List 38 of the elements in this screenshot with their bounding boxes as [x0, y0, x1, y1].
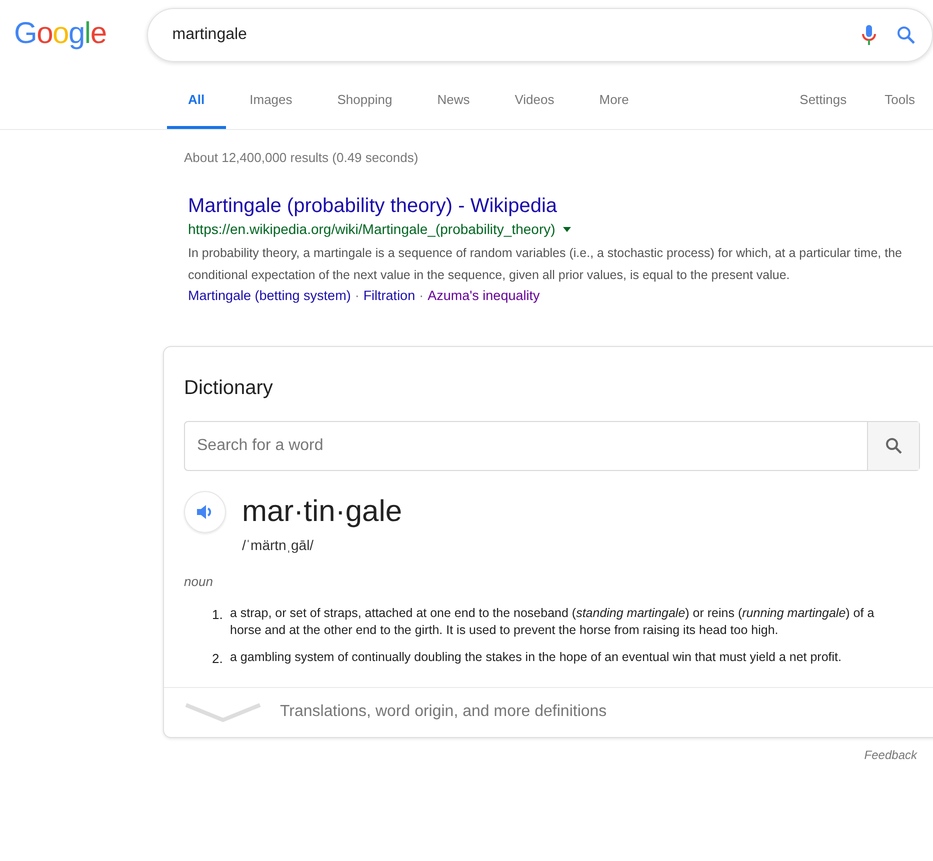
feedback-link[interactable]: Feedback — [864, 746, 917, 764]
word-search-button[interactable] — [867, 422, 919, 470]
sitelink[interactable]: Martingale (betting system) — [188, 286, 351, 306]
search-icon — [884, 436, 902, 455]
definition-number: 2. — [212, 650, 224, 668]
definition-text: a strap, or set of straps, attached at one end to the noseband (standing martingale) or reins (running martingale) of a horse and at the other end to the girth. It is used to prevent the horse from raising its head too high. — [230, 605, 876, 640]
search-tab[interactable]: Videos — [494, 90, 576, 129]
card-heading: Dictionary — [184, 376, 274, 401]
more-definitions-button[interactable]: Translations, word origin, and more definitions — [164, 686, 933, 737]
search-tab[interactable]: More — [578, 90, 650, 129]
chevron-down-icon — [184, 701, 262, 724]
dropdown-caret-icon[interactable] — [563, 226, 572, 232]
search-icon[interactable] — [896, 25, 916, 45]
microphone-icon[interactable] — [862, 24, 876, 46]
phonetic-spelling: /ˈmärtnˌɡāl/ — [242, 536, 315, 555]
search-field[interactable]: martingale — [147, 8, 933, 62]
dictionary-word: mar·tin·gale — [242, 494, 402, 530]
search-tab[interactable]: Images — [228, 90, 314, 129]
search-tab[interactable]: All — [167, 90, 226, 129]
definition-number: 1. — [212, 606, 224, 624]
search-input[interactable]: martingale — [172, 23, 862, 47]
tools-link[interactable]: Tools — [884, 90, 915, 129]
speaker-icon — [197, 504, 213, 519]
result-url: https://en.wikipedia.org/wiki/Martingale_(probability_theory) — [188, 220, 556, 239]
result-snippet: In probability theory, a martingale is a sequence of random variables (i.e., a stochastic process) for which, at a particular time, the conditional expectation of the next value in the sequence, given all prior values, is equal to the present value. — [188, 244, 903, 284]
separator-dot: · — [354, 286, 360, 304]
google-logo[interactable]: Google — [14, 10, 148, 56]
pronunciation-button[interactable] — [184, 490, 226, 533]
search-tab[interactable]: News — [416, 90, 491, 129]
result-title-link[interactable]: Martingale (probability theory) - Wikipedia — [188, 194, 913, 218]
sitelink[interactable]: Filtration — [363, 286, 416, 306]
separator-dot: · — [418, 286, 425, 304]
definition-text: a gambling system of continually doubling the stakes in the hope of an eventual win that must yield a net profit. — [230, 649, 842, 666]
tools-link[interactable]: Settings — [800, 90, 847, 129]
result-stats: About 12,400,000 results (0.49 seconds) — [184, 149, 420, 167]
part-of-speech: noun — [184, 572, 214, 591]
sitelink[interactable]: Azuma's inequality — [428, 286, 540, 306]
search-tab[interactable]: Shopping — [316, 90, 414, 129]
